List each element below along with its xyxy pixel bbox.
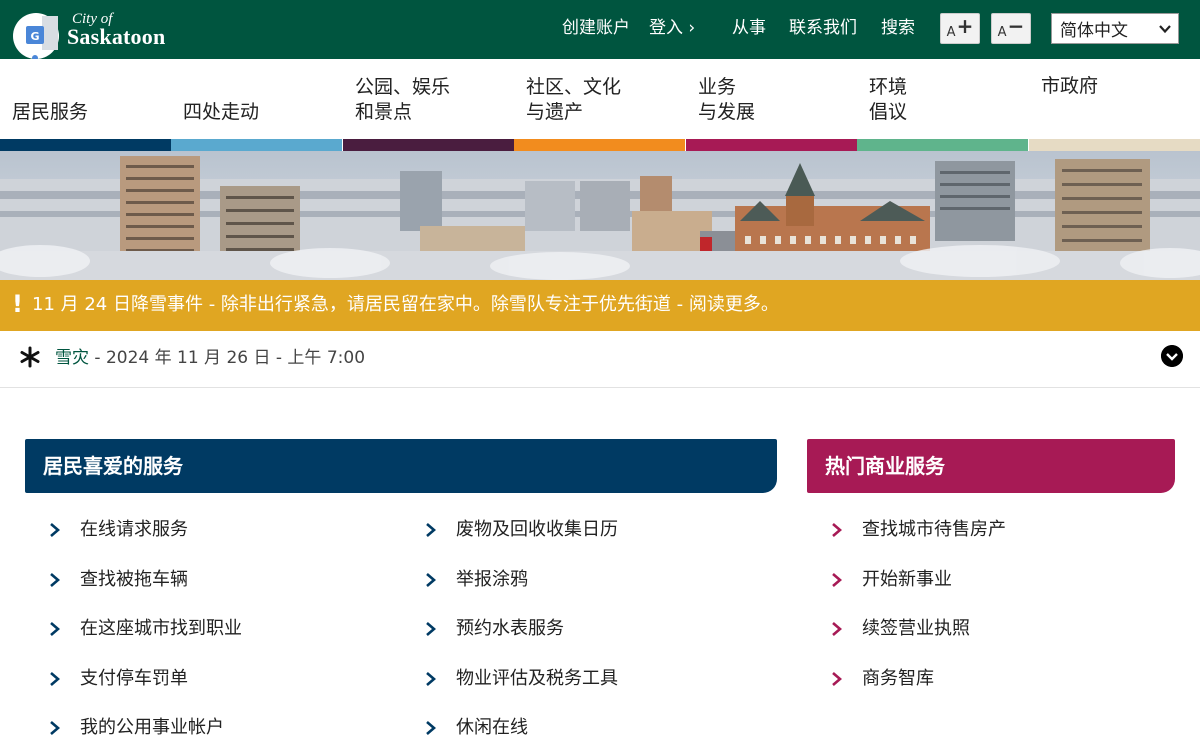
language-select[interactable]: 简体中文 bbox=[1051, 13, 1179, 44]
chevron-right-icon bbox=[426, 622, 436, 636]
logo-text-saskatoon: Saskatoon bbox=[67, 24, 166, 49]
resident-services-header: 居民喜爱的服务 bbox=[25, 439, 777, 493]
nav-item-label: 四处走动 bbox=[183, 101, 260, 123]
chevron-right-icon bbox=[832, 672, 842, 686]
nav-item-label: 市政府 bbox=[1041, 75, 1099, 97]
login-link[interactable]: 登入 › bbox=[649, 17, 695, 39]
nav-item-city-hall[interactable]: 市政府 bbox=[1029, 59, 1200, 139]
chevron-right-icon bbox=[426, 523, 436, 537]
business-link[interactable]: 续签营业执照 bbox=[830, 614, 970, 644]
business-link[interactable]: 商务智库 bbox=[830, 664, 934, 694]
notice-link[interactable]: 雪灾 - 2024 年 11 月 26 日 - 上午 7:00 bbox=[55, 347, 365, 369]
business-link-label: 查找城市待售房产 bbox=[862, 519, 1006, 540]
nav-color-bar bbox=[686, 139, 857, 151]
chevron-right-icon bbox=[832, 573, 842, 587]
resident-services-title: 居民喜爱的服务 bbox=[43, 454, 183, 478]
chevron-right-icon bbox=[50, 573, 60, 587]
nav-item-parks-recreation[interactable]: 公园、娱乐 和景点 bbox=[343, 59, 514, 139]
nav-color-bar bbox=[514, 139, 685, 151]
nav-item-getting-around[interactable]: 四处走动 bbox=[171, 59, 342, 139]
minus-icon: − bbox=[1007, 14, 1025, 38]
font-decrease-label: A bbox=[997, 25, 1007, 40]
business-link-label: 续签营业执照 bbox=[862, 618, 970, 639]
alert-message: 11 月 24 日降雪事件 - 除非出行紧急，请居民留在家中。除雪队专注于优先街… bbox=[32, 294, 779, 315]
contact-us-link[interactable]: 联系我们 bbox=[789, 17, 857, 39]
notice-row: 雪灾 - 2024 年 11 月 26 日 - 上午 7:00 bbox=[0, 331, 1200, 388]
nav-item-resident-services[interactable]: 居民服务 bbox=[0, 59, 171, 139]
chevron-right-icon bbox=[832, 622, 842, 636]
alert-icon: ! bbox=[12, 290, 23, 318]
search-link[interactable]: 搜索 bbox=[881, 17, 915, 39]
chevron-right-icon bbox=[832, 523, 842, 537]
business-link-label: 商务智库 bbox=[862, 668, 934, 689]
nav-color-bar bbox=[857, 139, 1028, 151]
service-link-label: 举报涂鸦 bbox=[456, 569, 528, 590]
nav-color-bar bbox=[0, 139, 171, 151]
nav-color-bar bbox=[171, 139, 342, 151]
nav-item-label: 公园、娱乐 和景点 bbox=[355, 76, 451, 123]
top-bar: G City of Saskatoon 创建账户 登入 › 从事 联系我们 搜索… bbox=[0, 0, 1200, 61]
service-link-label: 废物及回收收集日历 bbox=[456, 519, 618, 540]
chevron-right-icon bbox=[426, 672, 436, 686]
careers-link[interactable]: 从事 bbox=[732, 17, 766, 39]
hero-image-city-skyline bbox=[0, 151, 1200, 280]
service-link[interactable]: 预约水表服务 bbox=[424, 614, 564, 644]
city-logo[interactable]: G City of Saskatoon bbox=[12, 8, 182, 61]
nav-item-community-culture[interactable]: 社区、文化 与遗产 bbox=[514, 59, 685, 139]
nav-item-business-development[interactable]: 业务 与发展 bbox=[686, 59, 857, 139]
plus-icon: + bbox=[956, 14, 974, 38]
main-navigation: 居民服务 四处走动 公园、娱乐 和景点 社区、文化 与遗产 业务 与发展 环境 … bbox=[0, 59, 1200, 139]
nav-color-bar bbox=[1029, 139, 1200, 151]
notice-date: - 2024 年 11 月 26 日 - 上午 7:00 bbox=[89, 348, 366, 368]
translate-icon: G bbox=[13, 13, 59, 61]
service-link-label: 我的公用事业帐户 bbox=[80, 717, 224, 738]
business-link[interactable]: 开始新事业 bbox=[830, 565, 952, 595]
service-link-label: 查找被拖车辆 bbox=[80, 569, 188, 590]
service-link-label: 在线请求服务 bbox=[80, 519, 188, 540]
nav-item-environment[interactable]: 环境 倡议 bbox=[857, 59, 1028, 139]
font-decrease-button[interactable]: A − bbox=[991, 13, 1031, 44]
chevron-right-icon bbox=[50, 672, 60, 686]
service-link[interactable]: 废物及回收收集日历 bbox=[424, 515, 618, 545]
service-link[interactable]: 物业评估及税务工具 bbox=[424, 664, 618, 694]
nav-color-bar bbox=[343, 139, 514, 151]
chevron-down-icon[interactable] bbox=[1161, 345, 1183, 367]
chevron-right-icon bbox=[50, 721, 60, 735]
asterisk-icon bbox=[20, 346, 40, 368]
nav-item-label: 居民服务 bbox=[12, 101, 89, 123]
service-link[interactable]: 支付停车罚单 bbox=[48, 664, 188, 694]
font-increase-label: A bbox=[946, 25, 956, 40]
service-link[interactable]: 查找被拖车辆 bbox=[48, 565, 188, 595]
snow-event-alert-banner[interactable]: ! 11 月 24 日降雪事件 - 除非出行紧急，请居民留在家中。除雪队专注于优… bbox=[0, 280, 1200, 331]
service-link[interactable]: 在这座城市找到职业 bbox=[48, 614, 242, 644]
service-link[interactable]: 在线请求服务 bbox=[48, 515, 188, 545]
service-link-label: 休闲在线 bbox=[456, 717, 528, 738]
service-link-label: 支付停车罚单 bbox=[80, 668, 188, 689]
business-link-label: 开始新事业 bbox=[862, 569, 952, 590]
chevron-right-icon bbox=[50, 622, 60, 636]
service-link-label: 物业评估及税务工具 bbox=[456, 668, 618, 689]
nav-item-label: 社区、文化 与遗产 bbox=[526, 76, 622, 123]
chevron-right-icon bbox=[50, 523, 60, 537]
service-link-label: 在这座城市找到职业 bbox=[80, 618, 242, 639]
business-link[interactable]: 查找城市待售房产 bbox=[830, 515, 1006, 545]
notice-title: 雪灾 bbox=[55, 348, 89, 368]
service-link[interactable]: 休闲在线 bbox=[424, 713, 528, 740]
service-link-label: 预约水表服务 bbox=[456, 618, 564, 639]
nav-item-label: 环境 倡议 bbox=[869, 76, 908, 123]
chevron-down-icon bbox=[1159, 25, 1171, 34]
business-services-title: 热门商业服务 bbox=[825, 454, 945, 478]
chevron-right-icon bbox=[426, 721, 436, 735]
business-services-header: 热门商业服务 bbox=[807, 439, 1175, 493]
language-select-value: 简体中文 bbox=[1060, 21, 1128, 41]
nav-item-label: 业务 与发展 bbox=[698, 76, 756, 123]
skyline-illustration bbox=[0, 151, 1200, 280]
chevron-right-icon bbox=[426, 573, 436, 587]
create-account-link[interactable]: 创建账户 bbox=[562, 17, 630, 39]
svg-text:G: G bbox=[30, 30, 39, 43]
service-link[interactable]: 我的公用事业帐户 bbox=[48, 713, 224, 740]
font-increase-button[interactable]: A + bbox=[940, 13, 980, 44]
service-link[interactable]: 举报涂鸦 bbox=[424, 565, 528, 595]
